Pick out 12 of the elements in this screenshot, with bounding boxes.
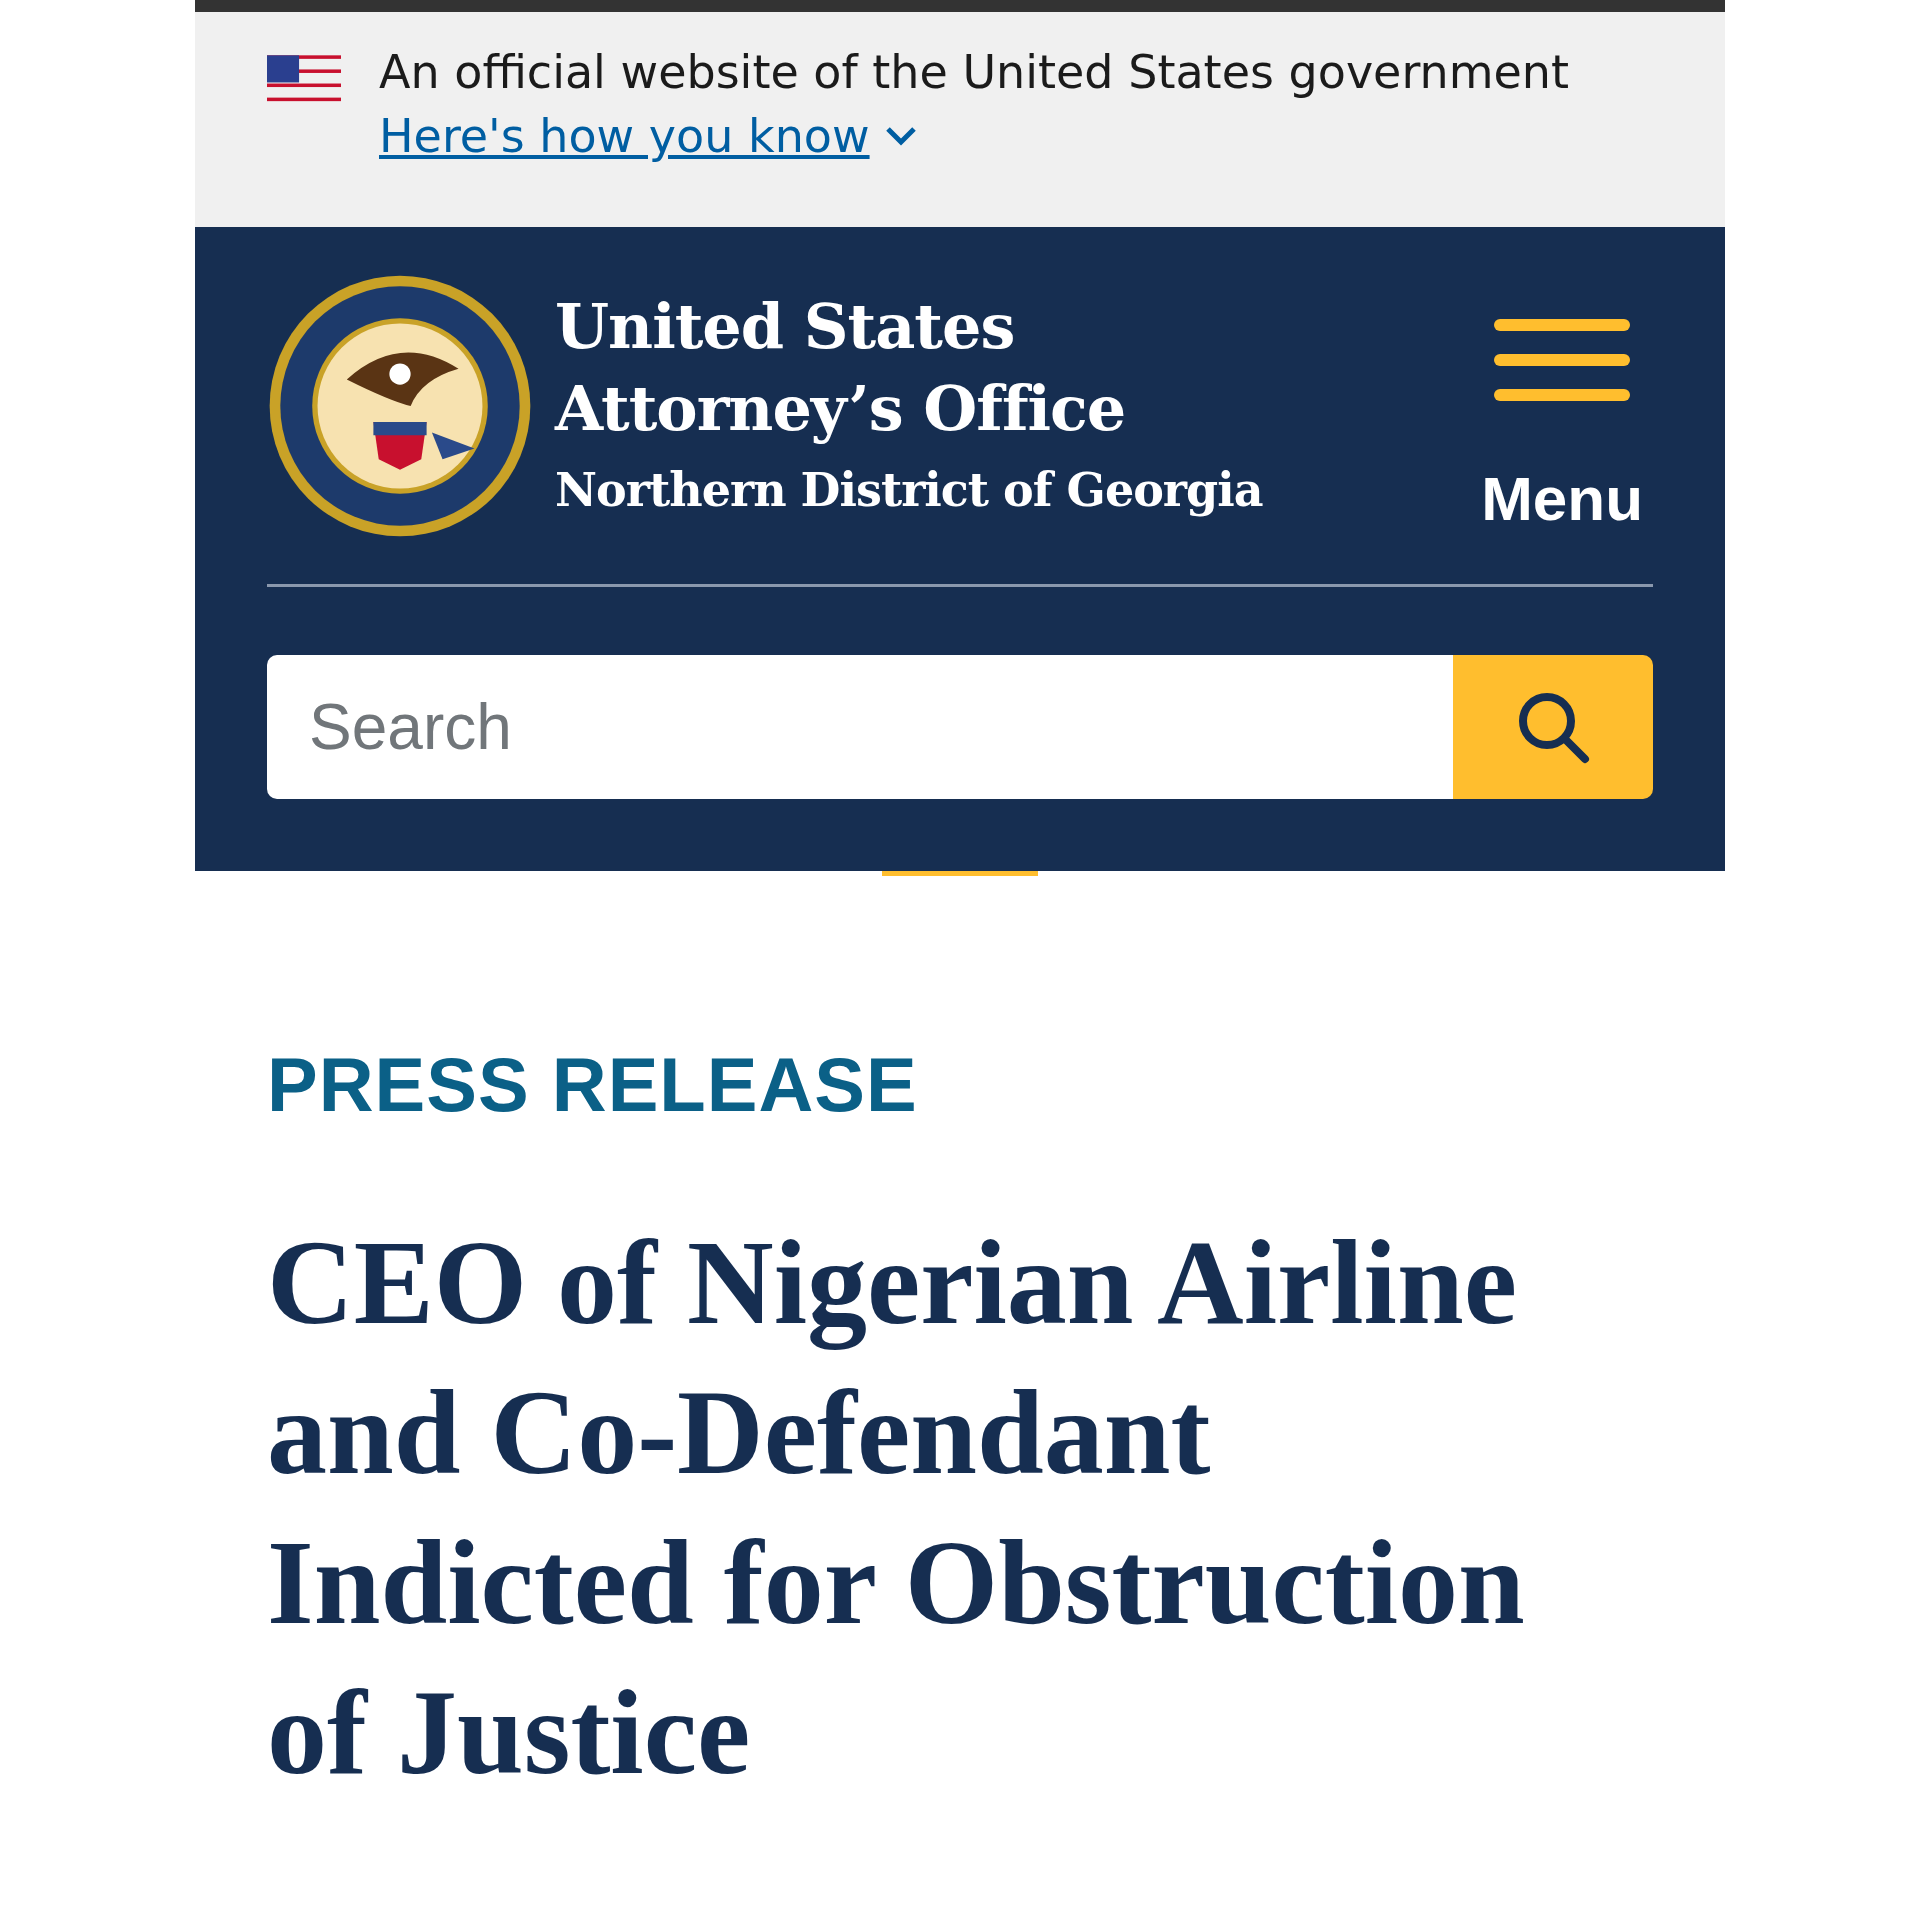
office-title: Attorney’s Office xyxy=(555,370,1127,447)
press-release-label: PRESS RELEASE xyxy=(267,1041,919,1128)
menu-button[interactable]: Menu xyxy=(1481,317,1643,534)
search-field[interactable]: Search xyxy=(267,655,1453,799)
office-title: United States xyxy=(555,288,1016,365)
official-website-text: An official website of the United States government xyxy=(379,45,1569,99)
article-title: CEO of Nigerian Airline and Co-Defendant Indicted for Obstruction of Justice xyxy=(267,1215,1526,1801)
how-you-know-link[interactable]: Here's how you know xyxy=(379,109,1569,163)
district-subtitle: Northern District of Georgia xyxy=(555,461,1264,519)
caret-icon xyxy=(883,124,918,148)
search-button[interactable] xyxy=(1453,655,1653,799)
menu-icon xyxy=(1494,317,1631,403)
